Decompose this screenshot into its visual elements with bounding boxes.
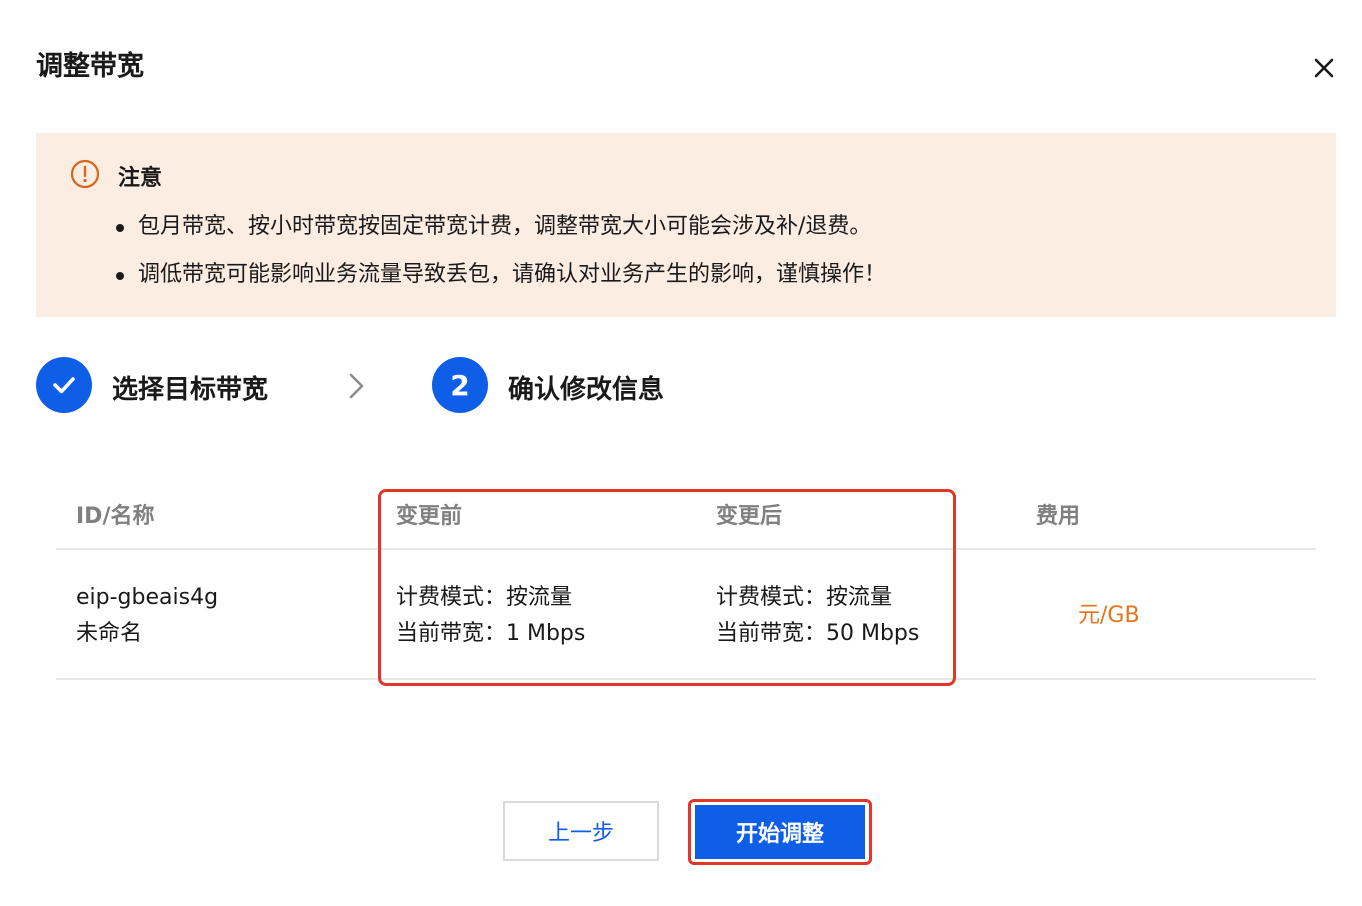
prev-step-button[interactable]: 上一步 bbox=[503, 801, 659, 861]
column-header-fee: 费用 bbox=[1036, 504, 1081, 529]
column-header-id: ID/名称 bbox=[76, 504, 155, 529]
row-id: eip-gbeais4g bbox=[76, 585, 219, 610]
warning-circle-icon bbox=[70, 159, 100, 189]
step-2-number: 2 bbox=[432, 357, 488, 413]
start-adjust-button[interactable]: 开始调整 bbox=[695, 805, 865, 859]
chevron-right-icon bbox=[346, 371, 368, 401]
steps: 选择目标带宽 2 确认修改信息 bbox=[36, 357, 736, 415]
notice-item: 调低带宽可能影响业务流量导致丢包，请确认对业务产生的影响，谨慎操作！ bbox=[116, 261, 886, 309]
fee-value: 元/GB bbox=[1078, 603, 1140, 628]
check-icon bbox=[53, 377, 75, 394]
notice-banner: 注意 包月带宽、按小时带宽按固定带宽计费，调整带宽大小可能会涉及补/退费。 调低… bbox=[36, 133, 1336, 317]
row-name: 未命名 bbox=[76, 621, 143, 646]
change-highlight-box bbox=[378, 489, 956, 686]
notice-item: 包月带宽、按小时带宽按固定带宽计费，调整带宽大小可能会涉及补/退费。 bbox=[116, 213, 886, 261]
notice-list: 包月带宽、按小时带宽按固定带宽计费，调整带宽大小可能会涉及补/退费。 调低带宽可… bbox=[116, 213, 886, 309]
close-icon[interactable] bbox=[1308, 52, 1340, 84]
notice-title: 注意 bbox=[118, 166, 163, 191]
step-2-label: 确认修改信息 bbox=[508, 375, 665, 405]
step-1-label: 选择目标带宽 bbox=[112, 375, 269, 405]
step-1-done bbox=[36, 357, 92, 413]
dialog-title: 调整带宽 bbox=[36, 51, 144, 82]
